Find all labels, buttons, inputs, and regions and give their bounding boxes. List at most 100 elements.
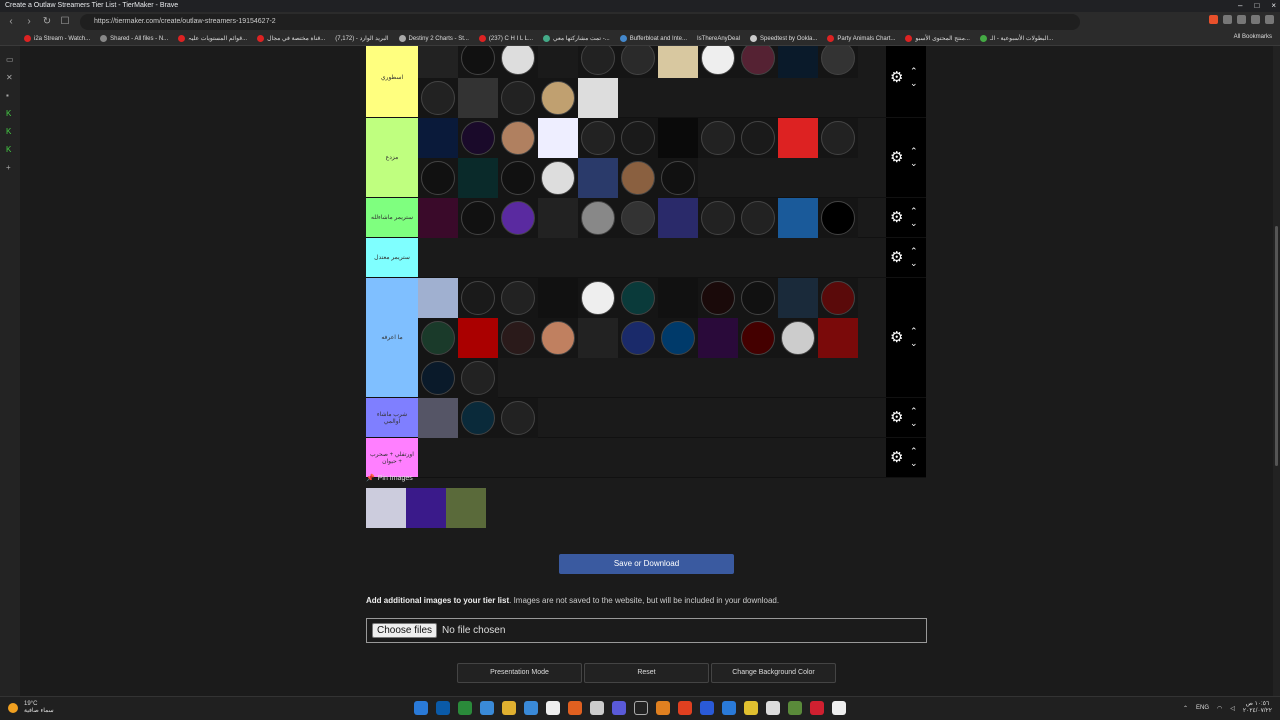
streamer-image[interactable]	[618, 278, 658, 318]
tier-label[interactable]: ما اعرفه	[366, 278, 418, 397]
tier-label[interactable]: اورتفلي + صحرب + حيوان	[366, 438, 418, 477]
streamer-image[interactable]	[698, 118, 738, 158]
bookmark-item[interactable]: البطولات الأسبوعية - الـ...	[979, 35, 1053, 42]
forward-icon[interactable]: ›	[22, 15, 36, 29]
streamer-image[interactable]	[538, 198, 578, 238]
clock[interactable]: ١٠:٥٦ ص ٢٠٢٤/٠٧/٢٢	[1243, 701, 1272, 715]
reload-icon[interactable]: ↻	[40, 15, 54, 29]
x-icon[interactable]: ✕	[6, 74, 14, 82]
bookmark-item[interactable]: (237) C H I L L...	[478, 35, 533, 42]
streamer-image[interactable]	[538, 318, 578, 358]
streamer-image[interactable]	[458, 398, 498, 438]
scrollbar[interactable]	[1273, 46, 1280, 696]
streamer-image[interactable]	[538, 118, 578, 158]
brave-icon[interactable]	[678, 701, 692, 715]
streamer-image[interactable]	[498, 198, 538, 238]
gear-icon[interactable]: ⚙	[890, 249, 903, 266]
extension-icon[interactable]	[1251, 15, 1260, 24]
chevron-up-icon[interactable]: ⌃	[910, 406, 918, 417]
streamer-image[interactable]	[498, 158, 538, 198]
streamer-image[interactable]	[538, 278, 578, 318]
chevron-down-icon[interactable]: ⌄	[910, 78, 918, 89]
chevron-down-icon[interactable]: ⌄	[910, 258, 918, 269]
kick-icon[interactable]: K	[6, 110, 14, 118]
streamer-image[interactable]	[418, 46, 458, 78]
app-icon[interactable]	[480, 701, 494, 715]
streamer-image[interactable]	[458, 78, 498, 118]
extension-icon[interactable]	[1223, 15, 1232, 24]
chevron-up-icon[interactable]: ⌃	[910, 146, 918, 157]
streamer-image[interactable]	[498, 318, 538, 358]
streamer-image[interactable]	[818, 318, 858, 358]
streamer-image[interactable]	[818, 118, 858, 158]
streamer-image[interactable]	[458, 118, 498, 158]
streamer-image[interactable]	[458, 318, 498, 358]
app-icon[interactable]	[590, 701, 604, 715]
tier-label[interactable]: اسطوري	[366, 46, 418, 117]
app-icon[interactable]	[656, 701, 670, 715]
change-background-button[interactable]: Change Background Color	[711, 663, 836, 683]
minimize-icon[interactable]: –	[1238, 0, 1242, 12]
tier-label[interactable]: مزدع	[366, 118, 418, 197]
streamer-image[interactable]	[458, 46, 498, 78]
streamer-image[interactable]	[658, 198, 698, 238]
bookmark-item[interactable]: Party Animals Chart...	[827, 35, 895, 42]
streamer-image[interactable]	[658, 158, 698, 198]
bookmark-icon[interactable]: ☐	[58, 15, 72, 29]
file-input[interactable]: Choose files No file chosen	[366, 618, 927, 643]
chevron-down-icon[interactable]: ⌄	[910, 218, 918, 229]
choose-files-button[interactable]: Choose files	[372, 623, 438, 638]
back-icon[interactable]: ‹	[4, 15, 18, 29]
weather-widget[interactable]: 19°C سماء صافية	[24, 701, 54, 715]
streamer-image[interactable]	[578, 198, 618, 238]
sidebar-icon[interactable]: ▭	[6, 56, 14, 64]
app-icon[interactable]	[524, 701, 538, 715]
streamer-image[interactable]	[538, 78, 578, 118]
save-download-button[interactable]: Save or Download	[559, 554, 734, 574]
menu-icon[interactable]	[1265, 15, 1274, 24]
pinned-image[interactable]	[366, 488, 406, 528]
streamer-image[interactable]	[578, 118, 618, 158]
kick-icon[interactable]: K	[6, 128, 14, 136]
gear-icon[interactable]: ⚙	[890, 149, 903, 166]
streamer-image[interactable]	[778, 118, 818, 158]
address-bar[interactable]: https://tiermaker.com/create/outlaw-stre…	[80, 14, 1080, 30]
streamer-image[interactable]	[458, 198, 498, 238]
chevron-down-icon[interactable]: ⌄	[910, 158, 918, 169]
streamer-image[interactable]	[738, 278, 778, 318]
streamer-image[interactable]	[618, 318, 658, 358]
streamer-image[interactable]	[658, 278, 698, 318]
app-icon[interactable]	[700, 701, 714, 715]
app-icon[interactable]	[458, 701, 472, 715]
gear-icon[interactable]: ⚙	[890, 449, 903, 466]
volume-icon[interactable]: ◁	[1230, 705, 1235, 712]
streamer-image[interactable]	[778, 46, 818, 78]
streamer-image[interactable]	[498, 46, 538, 78]
start-icon[interactable]	[414, 701, 428, 715]
streamer-image[interactable]	[418, 358, 458, 398]
streamer-image[interactable]	[778, 198, 818, 238]
streamer-image[interactable]	[658, 118, 698, 158]
add-icon[interactable]: +	[6, 164, 14, 172]
reset-button[interactable]: Reset	[584, 663, 709, 683]
streamer-image[interactable]	[498, 278, 538, 318]
kick-icon[interactable]: K	[6, 146, 14, 154]
streamer-image[interactable]	[418, 318, 458, 358]
streamer-image[interactable]	[458, 278, 498, 318]
streamer-image[interactable]	[618, 118, 658, 158]
app-icon[interactable]	[634, 701, 648, 715]
bookmark-item[interactable]: قناة مختصة في مجال...	[257, 35, 325, 42]
bookmark-item[interactable]: Destiny 2 Charts - St...	[398, 35, 469, 42]
streamer-image[interactable]	[578, 278, 618, 318]
pinned-image[interactable]	[446, 488, 486, 528]
discord-icon[interactable]	[612, 701, 626, 715]
chevron-up-icon[interactable]: ⌃	[910, 206, 918, 217]
streamer-image[interactable]	[698, 46, 738, 78]
streamer-image[interactable]	[618, 198, 658, 238]
chevron-up-icon[interactable]: ⌃	[910, 446, 918, 457]
streamer-image[interactable]	[818, 198, 858, 238]
streamer-image[interactable]	[458, 158, 498, 198]
streamer-image[interactable]	[618, 46, 658, 78]
streamer-image[interactable]	[418, 398, 458, 438]
app-icon[interactable]	[744, 701, 758, 715]
